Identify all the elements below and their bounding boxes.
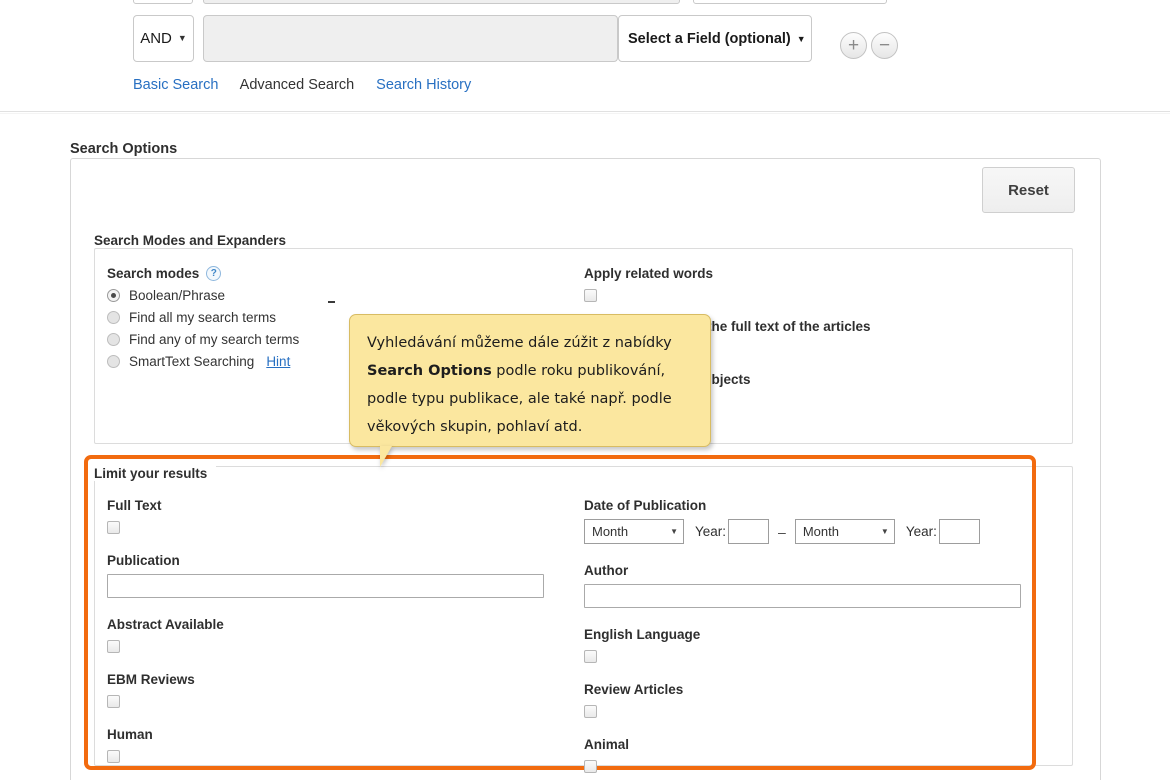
- radio-button-icon: [107, 333, 120, 346]
- search-modes-title: Search modes ?: [107, 266, 407, 281]
- search-term-input[interactable]: [203, 15, 618, 62]
- radio-label: Boolean/Phrase: [129, 288, 226, 303]
- nav-basic-search[interactable]: Basic Search: [133, 77, 218, 93]
- limiter-label: Publication: [107, 553, 180, 568]
- field-select-value: Select a Field (optional): [628, 30, 791, 47]
- limiter-author: Author: [584, 563, 1044, 608]
- field-select[interactable]: Select a Field (optional) ▼: [618, 15, 812, 62]
- date-range-row: Month ▼ Year: – Month ▼ Year:: [584, 519, 1044, 544]
- radio-button-icon: [107, 289, 120, 302]
- radio-label: Find all my search terms: [129, 310, 277, 325]
- limiter-label: English Language: [584, 627, 701, 642]
- checkbox-review-articles[interactable]: [584, 705, 597, 718]
- add-row-button[interactable]: +: [840, 32, 867, 59]
- annotation-callout: Vyhledávání můžeme dále zúžit z nabídky …: [349, 314, 711, 447]
- limiter-full-text: Full Text: [107, 498, 567, 534]
- search-modes-legend: Search Modes and Expanders: [94, 233, 295, 248]
- smarttext-hint-link[interactable]: Hint: [266, 354, 290, 369]
- search-modes-title-label: Search modes: [107, 266, 200, 281]
- nav-search-history[interactable]: Search History: [376, 77, 471, 93]
- plus-circle-icon: +: [847, 35, 860, 56]
- checkbox-english-language[interactable]: [584, 650, 597, 663]
- callout-line-4: věkových skupin, pohlaví atd.: [367, 419, 583, 435]
- limit-results-left-column: Full Text Publication Abstract Available…: [107, 498, 567, 780]
- callout-line-3: podle typu publikace, ale také např. pod…: [367, 391, 672, 407]
- radio-boolean-phrase[interactable]: Boolean/Phrase: [107, 288, 407, 303]
- radio-label: SmartText Searching: [129, 354, 255, 369]
- search-mode-nav: Basic Search Advanced Search Search Hist…: [133, 77, 489, 93]
- limiter-label: Date of Publication: [584, 498, 707, 513]
- minus-circle-icon: −: [878, 35, 891, 56]
- month-from-value: Month: [592, 524, 629, 539]
- callout-line-1: Vyhledávání můžeme dále zúžit z nabídky: [367, 335, 672, 351]
- reset-button-label: Reset: [1008, 181, 1049, 199]
- boolean-operator-select[interactable]: AND ▼: [133, 15, 194, 62]
- limit-results-legend: Limit your results: [94, 466, 217, 481]
- year-to-label: Year:: [905, 524, 937, 539]
- page-root: AND ▼ Select a Field (optional) ▼ + − Ba…: [0, 0, 1170, 780]
- checkbox-ebm-reviews[interactable]: [107, 695, 120, 708]
- limiter-label: Human: [107, 727, 153, 742]
- remove-row-button[interactable]: −: [871, 32, 898, 59]
- month-to-value: Month: [802, 524, 839, 539]
- checkbox-animal[interactable]: [584, 760, 597, 773]
- nav-advanced-search[interactable]: Advanced Search: [240, 77, 354, 93]
- author-input[interactable]: [584, 584, 1021, 608]
- reset-button[interactable]: Reset: [982, 167, 1075, 213]
- search-options-legend: Search Options: [70, 141, 185, 157]
- publication-input[interactable]: [107, 574, 544, 598]
- limiter-label: Animal: [584, 737, 630, 752]
- limiter-publication: Publication: [107, 553, 567, 598]
- field-select-previous[interactable]: [693, 0, 887, 4]
- boolean-operator-select-previous[interactable]: [133, 0, 193, 4]
- callout-line-2: podle roku publikování,: [491, 363, 666, 379]
- callout-pointer: [380, 446, 392, 467]
- radio-button-icon: [107, 355, 120, 368]
- month-from-select[interactable]: Month ▼: [584, 519, 684, 544]
- limiter-label: Review Articles: [584, 682, 684, 697]
- checkbox-abstract-available[interactable]: [107, 640, 120, 653]
- radio-button-icon: [107, 311, 120, 324]
- limiter-animal: Animal: [584, 737, 1044, 773]
- checkbox-apply-related-words[interactable]: [584, 289, 597, 302]
- year-from-label: Year:: [695, 524, 727, 539]
- chevron-down-icon: ▼: [880, 527, 889, 536]
- limiter-review-articles: Review Articles: [584, 682, 1044, 718]
- search-term-input-previous[interactable]: [203, 0, 680, 4]
- expander-apply-related-words: Apply related words: [584, 266, 1004, 302]
- limiter-date-of-publication: Date of Publication Month ▼ Year: – Mont…: [584, 498, 1044, 544]
- question-mark-icon[interactable]: ?: [206, 266, 222, 281]
- date-range-separator: –: [778, 523, 786, 540]
- radio-label: Find any of my search terms: [129, 332, 300, 347]
- limiter-label: Abstract Available: [107, 617, 224, 632]
- limiter-label: EBM Reviews: [107, 672, 195, 687]
- limit-results-right-column: Date of Publication Month ▼ Year: – Mont…: [584, 498, 1044, 780]
- advanced-search-area: AND ▼ Select a Field (optional) ▼ + − Ba…: [0, 0, 1170, 114]
- year-from-input[interactable]: [728, 519, 770, 544]
- limiter-human: Human: [107, 727, 567, 763]
- month-to-select[interactable]: Month ▼: [794, 519, 895, 544]
- limiter-label: Author: [584, 563, 629, 578]
- boolean-operator-value: AND: [140, 30, 172, 47]
- chevron-down-icon: ▼: [796, 33, 806, 44]
- expander-label: Apply related words: [584, 266, 714, 281]
- checkbox-human[interactable]: [107, 750, 120, 763]
- callout-bold-term: Search Options: [367, 363, 492, 379]
- checkbox-dash-artifact: [328, 301, 335, 303]
- section-divider-shadow: [0, 113, 1170, 114]
- limiter-abstract-available: Abstract Available: [107, 617, 567, 653]
- limiter-english-language: English Language: [584, 627, 1044, 663]
- limiter-label: Full Text: [107, 498, 162, 513]
- chevron-down-icon: ▼: [670, 527, 678, 536]
- checkbox-full-text[interactable]: [107, 521, 120, 534]
- limiter-ebm-reviews: EBM Reviews: [107, 672, 567, 708]
- chevron-down-icon: ▼: [177, 33, 187, 43]
- section-divider: [0, 111, 1170, 112]
- year-to-input[interactable]: [938, 519, 980, 544]
